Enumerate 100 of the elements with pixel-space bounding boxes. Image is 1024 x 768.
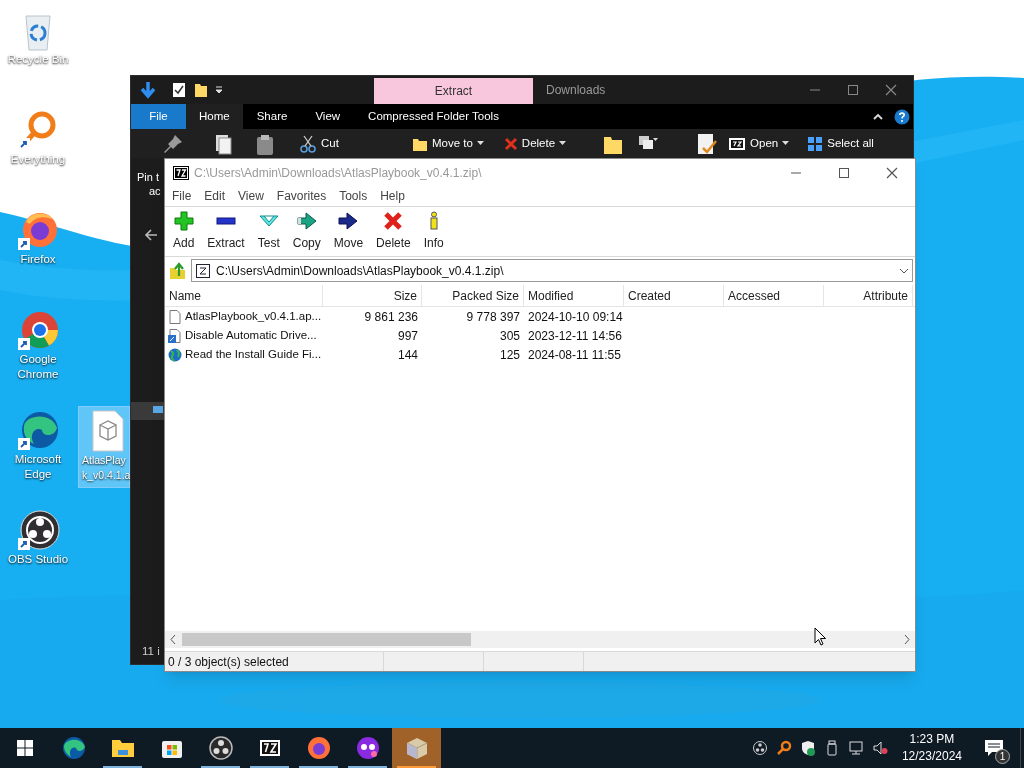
column-header[interactable]: Name (165, 285, 323, 306)
ribbon-tab[interactable]: Home (186, 104, 243, 129)
table-cell-text: 2024-10-10 09:14 (527, 308, 624, 326)
select-all-icon[interactable] (807, 135, 824, 152)
back-arrow-icon[interactable] (144, 228, 158, 242)
nav-item[interactable] (131, 402, 165, 420)
magnifier-icon[interactable] (775, 740, 792, 756)
delete-button[interactable]: Delete (373, 211, 414, 252)
clock[interactable]: 1:23 PM 12/23/2024 (897, 731, 966, 765)
archive-icon (196, 263, 210, 278)
close-icon[interactable] (885, 84, 897, 96)
context-tab[interactable]: Extract (374, 78, 533, 104)
caret-icon (559, 141, 567, 146)
table-cell-text: 125 (498, 346, 521, 364)
help-icon[interactable] (894, 108, 910, 125)
column-header[interactable]: Accessed (724, 285, 824, 306)
chevron-down-icon[interactable] (899, 267, 909, 274)
desktop-icon-label: Microsoft (14, 452, 62, 467)
file-name[interactable]: Disable Automatic Drive... (185, 326, 317, 345)
maximize-icon[interactable] (838, 166, 850, 179)
open-button[interactable]: Open (728, 134, 790, 153)
menu-item[interactable]: File (172, 187, 192, 205)
column-header[interactable]: Packed Size (422, 285, 524, 306)
archive-app-icon (173, 165, 189, 180)
desktop-icon-label: Everything (10, 152, 66, 167)
item-count: 11 i (141, 643, 161, 659)
volume-muted-icon[interactable] (871, 740, 888, 756)
address-field[interactable]: C:\Users\Admin\Downloads\AtlasPlaybook_v0.4.1.zip\ (191, 259, 913, 282)
caret-icon (476, 141, 484, 146)
column-header[interactable]: Size (323, 285, 422, 306)
delete-x-icon (383, 211, 404, 231)
ribbon-tab[interactable]: File (131, 104, 186, 129)
info-button[interactable]: Info (420, 211, 447, 252)
file-name[interactable]: Read the Install Guide Fi... (185, 345, 322, 364)
delete-x-icon[interactable] (503, 136, 518, 151)
arrow-icon (296, 211, 317, 231)
menu-item[interactable]: View (238, 187, 264, 205)
folder-icon[interactable] (194, 82, 208, 98)
obs-icon[interactable] (751, 740, 768, 756)
move-button[interactable]: Move (330, 211, 367, 252)
delete-button[interactable]: Delete (503, 134, 567, 153)
extract-button[interactable]: Extract (204, 211, 248, 252)
plus-icon (173, 211, 194, 231)
download-arrow-icon[interactable] (139, 81, 157, 99)
ribbon-label: ac (149, 184, 161, 198)
desktop-icon-label: Firefox (20, 252, 56, 267)
checklist-icon[interactable] (172, 82, 186, 98)
obs-icon (206, 734, 235, 762)
status-text: 0 / 3 object(s) selected (168, 653, 289, 671)
shield-icon[interactable] (799, 740, 816, 756)
table-cell-text: 305 (498, 327, 521, 345)
window-title: C:\Users\Admin\Downloads\AtlasPlaybook_v0.4.1.zip\ (194, 164, 482, 182)
table-cell-text: 2023-12-11 14:56 (527, 327, 623, 345)
arrow-icon (338, 211, 359, 231)
up-folder-icon[interactable] (169, 261, 187, 280)
cut-button[interactable]: Cut (299, 134, 339, 153)
file-name[interactable]: AtlasPlaybook_v0.4.1.ap... (185, 307, 322, 326)
select-all-button[interactable]: Select all (807, 134, 874, 153)
file-icon (168, 309, 182, 324)
menu-item[interactable]: Help (380, 187, 405, 205)
desktop-icon-label: Recycle Bin (7, 52, 69, 67)
add-button[interactable]: Add (170, 211, 198, 252)
scissors-icon[interactable] (299, 134, 317, 153)
desktop-icon-label: Edge (24, 467, 52, 482)
desktop-icon-label: OBS Studio (7, 552, 69, 567)
menu-item[interactable]: Edit (204, 187, 226, 205)
copy-button[interactable]: Copy (289, 211, 324, 252)
menu-item[interactable]: Tools (339, 187, 368, 205)
cursor-icon (814, 627, 827, 646)
horizontal-scrollbar[interactable] (165, 631, 915, 648)
desktop-icon-label: AtlasPlay (81, 453, 126, 468)
ribbon-label: Pin t (137, 170, 159, 184)
desktop-icon-label: Google (19, 352, 57, 367)
table-cell-text: 9 861 236 (363, 308, 419, 326)
table-cell-text: 997 (396, 327, 419, 345)
notification-count: 1 (995, 749, 1010, 764)
network-icon[interactable] (847, 740, 864, 756)
table-cell-text: 2024-08-11 11:55 (527, 346, 622, 364)
column-header[interactable]: Modified (524, 285, 624, 306)
caret-icon (782, 141, 790, 146)
test-button[interactable]: Test (254, 211, 283, 252)
desktop-icon-label: Chrome (17, 367, 59, 382)
table-cell-text: 144 (396, 346, 419, 364)
obs-icon[interactable] (16, 508, 60, 552)
table-cell-text: 9 778 397 (465, 308, 521, 326)
script-file-icon (168, 328, 182, 343)
dropdown-icon[interactable] (214, 84, 224, 96)
address-text: C:\Users\Admin\Downloads\AtlasPlaybook_v0.4.1.zip\ (216, 262, 504, 280)
notification-button[interactable]: 1 (972, 728, 1016, 768)
move-to-button[interactable]: Move to (411, 134, 484, 153)
column-header[interactable]: Attribute (824, 285, 913, 306)
window-title: Downloads (546, 82, 606, 99)
ribbon-tab[interactable]: Compressed Folder Tools (354, 104, 513, 129)
desktop-icon-label: k_v0.4.1.a (81, 468, 131, 483)
ribbon-tab[interactable]: View (301, 104, 355, 129)
close-icon[interactable] (886, 166, 898, 179)
menu-item[interactable]: Favorites (276, 187, 327, 205)
column-header[interactable]: Created (624, 285, 724, 306)
ribbon-tab[interactable]: Share (242, 104, 302, 129)
maximize-icon[interactable] (847, 84, 859, 96)
